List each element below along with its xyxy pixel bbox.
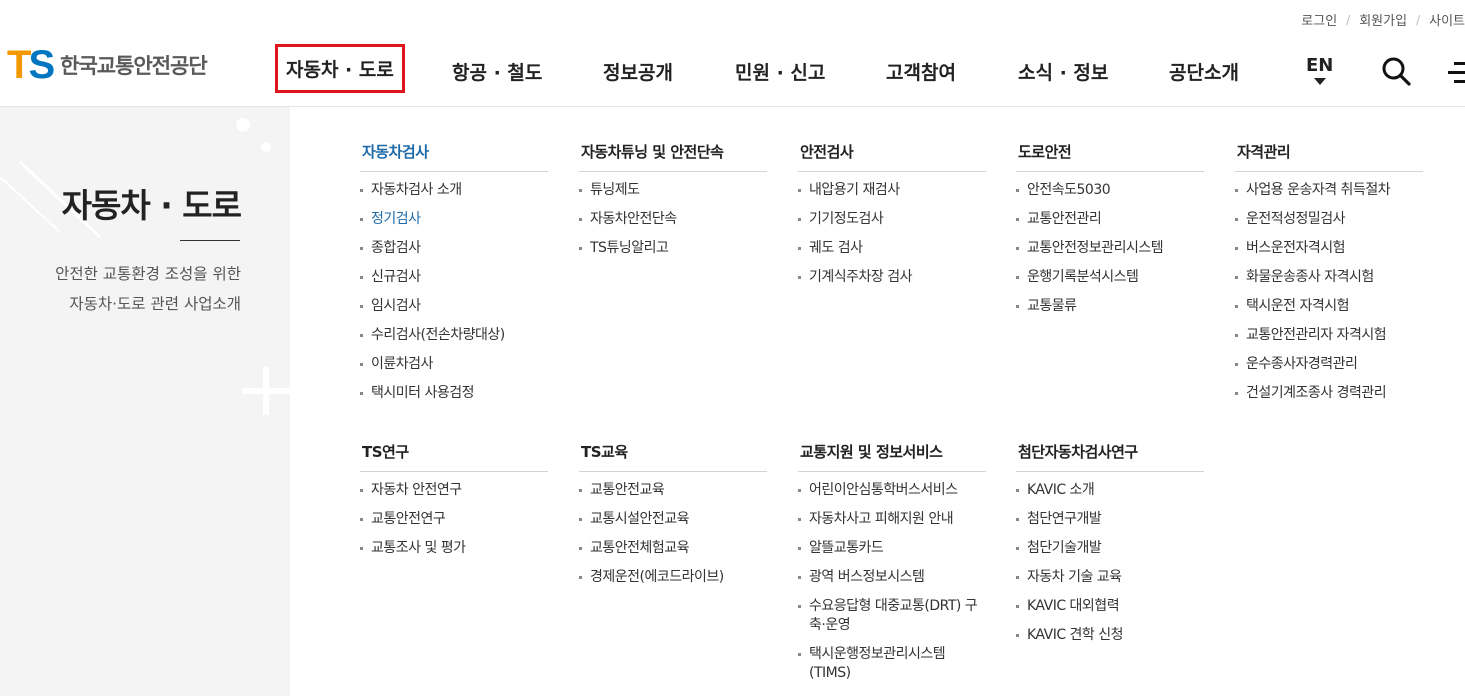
sitemap-link[interactable]: 사이트 [1429,10,1465,29]
menu-item[interactable]: 기계식주차장 검사 [798,268,986,287]
menu-item[interactable]: 교통시설안전교육 [579,510,767,529]
menu-item[interactable]: 운전적성정밀검사 [1235,210,1423,229]
menu-icon[interactable] [1448,62,1465,84]
menu-item[interactable]: 첨단기술개발 [1016,539,1204,558]
menu-item[interactable]: 내압용기 재검사 [798,181,986,200]
menu-item[interactable]: 교통안전체험교육 [579,539,767,558]
menu-item[interactable]: 경제운전(에코드라이브) [579,568,767,587]
login-link[interactable]: 로그인 [1301,10,1337,29]
nav-civil-complaint[interactable]: 민원 · 신고 [735,58,825,85]
menu-column-ts-research: TS연구 자동차 안전연구 교통안전연구 교통조사 및 평가 [360,441,548,568]
column-title[interactable]: 자동차검사 [360,141,548,172]
menu-item[interactable]: 택시미터 사용검정 [360,384,548,403]
nav-about[interactable]: 공단소개 [1169,58,1239,85]
logo-letter-s: S [28,43,55,87]
nav-news-info[interactable]: 소식 · 정보 [1018,58,1108,85]
menu-column-ts-education: TS교육 교통안전교육 교통시설안전교육 교통안전체험교육 경제운전(에코드라이… [579,441,767,597]
menu-item[interactable]: 택시운전 자격시험 [1235,297,1423,316]
divider [180,240,240,241]
menu-column-safety-inspection: 안전검사 내압용기 재검사 기기정도검사 궤도 검사 기계식주차장 검사 [798,141,986,297]
menu-column-traffic-support: 교통지원 및 정보서비스 어린이안심통학버스서비스 자동차사고 피해지원 안내 … [798,441,986,693]
menu-item[interactable]: KAVIC 견학 신청 [1016,626,1204,645]
nav-aviation-rail[interactable]: 항공 · 철도 [452,58,542,85]
language-toggle[interactable]: EN [1306,55,1333,85]
menu-column-road-safety: 도로안전 안전속도5030 교통안전관리 교통안전정보관리시스템 운행기록분석시… [1016,141,1204,326]
join-link[interactable]: 회원가입 [1359,10,1407,29]
menu-item[interactable]: 알뜰교통카드 [798,539,986,558]
menu-item[interactable]: 교통조사 및 평가 [360,539,548,558]
menu-item[interactable]: 이륜차검사 [360,355,548,374]
column-title[interactable]: 안전검사 [798,141,986,172]
menu-item[interactable]: 버스운전자격시험 [1235,239,1423,258]
menu-item[interactable]: 택시운행정보관리시스템 (TIMS) [798,645,986,683]
menu-item[interactable]: 교통안전연구 [360,510,548,529]
menu-item[interactable]: KAVIC 대외협력 [1016,597,1204,616]
section-side-panel: 자동차 · 도로 안전한 교통환경 조성을 위한 자동차·도로 관련 사업소개 [0,107,290,696]
menu-item[interactable]: 교통물류 [1016,297,1204,316]
nav-customer-participation[interactable]: 고객참여 [886,58,956,85]
menu-item[interactable]: 교통안전관리 [1016,210,1204,229]
menu-item[interactable]: 정기검사 [360,210,548,229]
column-title[interactable]: TS교육 [579,441,767,472]
description-line: 자동차·도로 관련 사업소개 [69,295,241,313]
menu-item[interactable]: 튜닝제도 [579,181,767,200]
menu-item[interactable]: TS튜닝알리고 [579,239,767,258]
menu-item[interactable]: 어린이안심통학버스서비스 [798,481,986,500]
menu-item[interactable]: 건설기계조종사 경력관리 [1235,384,1423,403]
column-title[interactable]: TS연구 [360,441,548,472]
menu-item[interactable]: 임시검사 [360,297,548,316]
column-title[interactable]: 첨단자동차검사연구 [1016,441,1204,472]
column-title[interactable]: 교통지원 및 정보서비스 [798,441,986,472]
column-title[interactable]: 자격관리 [1235,141,1423,172]
menu-item[interactable]: 첨단연구개발 [1016,510,1204,529]
menu-item[interactable]: 운행기록분석시스템 [1016,268,1204,287]
site-header: 로그인 / 회원가입 / 사이트 TS 한국교통안전공단 자동차 · 도로 항공… [0,0,1465,107]
menu-item[interactable]: 사업용 운송자격 취득절차 [1235,181,1423,200]
menu-column-tuning-enforcement: 자동차튜닝 및 안전단속 튜닝제도 자동차안전단속 TS튜닝알리고 [579,141,767,268]
menu-item[interactable]: 수요응답형 대중교통(DRT) 구축·운영 [798,597,986,635]
logo-name: 한국교통안전공단 [60,54,208,78]
separator: / [1346,12,1351,27]
menu-column-advanced-vehicle: 첨단자동차검사연구 KAVIC 소개 첨단연구개발 첨단기술개발 자동차 기술 … [1016,441,1204,655]
search-icon[interactable] [1381,56,1411,86]
language-label: EN [1306,55,1334,76]
nav-car-road[interactable]: 자동차 · 도로 [275,44,405,93]
menu-item[interactable]: 교통안전관리자 자격시험 [1235,326,1423,345]
menu-column-qualification: 자격관리 사업용 운송자격 취득절차 운전적성정밀검사 버스운전자격시험 화물운… [1235,141,1423,413]
menu-item[interactable]: 수리검사(전손차량대상) [360,326,548,345]
caret-down-icon [1313,78,1326,85]
separator: / [1416,12,1421,27]
menu-item[interactable]: 교통안전정보관리시스템 [1016,239,1204,258]
logo-letter-t: T [7,43,32,87]
column-title[interactable]: 자동차튜닝 및 안전단속 [579,141,767,172]
description-line: 안전한 교통환경 조성을 위한 [55,265,241,283]
logo-mark: TS [7,43,55,87]
menu-item[interactable]: 자동차 안전연구 [360,481,548,500]
menu-item[interactable]: 기기정도검사 [798,210,986,229]
menu-item[interactable]: 광역 버스정보시스템 [798,568,986,587]
menu-item[interactable]: 자동차사고 피해지원 안내 [798,510,986,529]
site-logo[interactable]: TS 한국교통안전공단 [7,43,208,87]
menu-item[interactable]: 교통안전교육 [579,481,767,500]
menu-item[interactable]: KAVIC 소개 [1016,481,1204,500]
menu-item[interactable]: 안전속도5030 [1016,181,1204,200]
column-title[interactable]: 도로안전 [1016,141,1204,172]
section-title: 자동차 · 도로 [61,186,242,225]
menu-item[interactable]: 자동차안전단속 [579,210,767,229]
menu-item[interactable]: 자동차 기술 교육 [1016,568,1204,587]
menu-item[interactable]: 자동차검사 소개 [360,181,548,200]
menu-item[interactable]: 궤도 검사 [798,239,986,258]
utility-nav: 로그인 / 회원가입 / 사이트 [1301,10,1465,30]
section-description: 안전한 교통환경 조성을 위한 자동차·도로 관련 사업소개 [55,259,241,319]
menu-item[interactable]: 운수종사자경력관리 [1235,355,1423,374]
menu-item[interactable]: 종합검사 [360,239,548,258]
nav-info-disclosure[interactable]: 정보공개 [603,58,673,85]
menu-item[interactable]: 화물운송종사 자격시험 [1235,268,1423,287]
menu-column-car-inspection: 자동차검사 자동차검사 소개 정기검사 종합검사 신규검사 임시검사 수리검사(… [360,141,548,413]
menu-item[interactable]: 신규검사 [360,268,548,287]
